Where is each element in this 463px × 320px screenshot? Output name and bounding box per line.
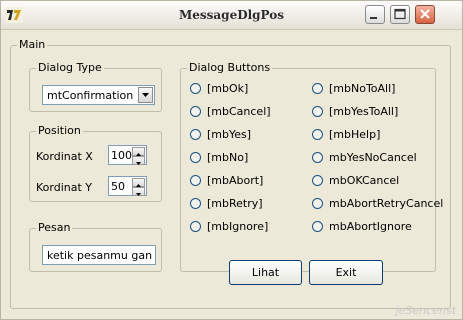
dialog-type-value: mtConfirmation: [47, 89, 134, 102]
exit-button[interactable]: Exit: [309, 260, 383, 285]
radio-circle[interactable]: [312, 175, 323, 186]
main-group-label: Main: [17, 38, 48, 52]
pesan-value: ketik pesanmu gan: [47, 249, 153, 262]
radio-circle[interactable]: [190, 198, 201, 209]
maximize-icon: [394, 8, 406, 20]
radio-circle[interactable]: [190, 106, 201, 117]
close-icon: [420, 9, 430, 19]
spin-down-button[interactable]: [132, 156, 145, 165]
radio-label: mbAbortIgnore: [329, 220, 412, 233]
kordinat-y-label: Kordinat Y: [36, 181, 93, 194]
close-button[interactable]: [415, 5, 435, 24]
radio-label: [mbHelp]: [329, 128, 381, 141]
radio-circle[interactable]: [190, 221, 201, 232]
watermark: jeSencenst: [395, 304, 456, 317]
position-label: Position: [36, 124, 83, 138]
pesan-input[interactable]: ketik pesanmu gan: [42, 245, 156, 265]
radio-label: mbOKCancel: [329, 174, 400, 187]
radio-label: mbAbortRetryCancel: [329, 197, 444, 210]
kordinat-x-value: 100: [111, 149, 132, 162]
dialog-type-label: Dialog Type: [36, 61, 104, 75]
dialog-type-select[interactable]: mtConfirmation: [42, 85, 155, 105]
radio-label: [mbAbort]: [207, 174, 264, 187]
radio-circle[interactable]: [312, 152, 323, 163]
radio-circle[interactable]: [312, 129, 323, 140]
radio-label: [mbIgnore]: [207, 220, 269, 233]
minimize-icon: [370, 17, 377, 19]
maximize-button[interactable]: [390, 5, 410, 24]
kordinat-y-spinner[interactable]: 50: [108, 176, 147, 196]
arrow-down-icon: [136, 162, 141, 165]
minimize-button[interactable]: [365, 5, 385, 24]
pesan-label: Pesan: [36, 221, 73, 235]
radio-label: mbYesNoCancel: [329, 151, 417, 164]
spin-down-button[interactable]: [132, 187, 145, 196]
dialog-buttons-group: Dialog Buttons: [180, 61, 436, 272]
message-dlg-pos-window: MessageDlgPos Main Dialog Type mtConfirm…: [0, 0, 463, 320]
spin-up-button[interactable]: [132, 147, 145, 156]
kordinat-x-label: Kordinat X: [36, 150, 93, 163]
radio-label: [mbCancel]: [207, 105, 271, 118]
radio-circle[interactable]: [190, 175, 201, 186]
client-area: Main Dialog Type mtConfirmation Position…: [1, 30, 462, 319]
kordinat-x-spinner[interactable]: 100: [108, 145, 147, 165]
radio-label: [mbYes]: [207, 128, 252, 141]
kordinat-y-value: 50: [111, 180, 125, 193]
spin-up-button[interactable]: [132, 178, 145, 187]
radio-label: [mbYesToAll]: [329, 105, 399, 118]
radio-circle[interactable]: [312, 83, 323, 94]
chevron-down-icon: [142, 93, 149, 97]
radio-label: [mbRetry]: [207, 197, 263, 210]
radio-circle[interactable]: [190, 129, 201, 140]
arrow-down-icon: [136, 193, 141, 196]
radio-circle[interactable]: [312, 106, 323, 117]
lihat-button[interactable]: Lihat: [229, 260, 302, 285]
radio-circle[interactable]: [312, 198, 323, 209]
title-bar[interactable]: MessageDlgPos: [1, 1, 462, 30]
radio-label: [mbNo]: [207, 151, 249, 164]
radio-label: [mbNoToAll]: [329, 82, 396, 95]
radio-circle[interactable]: [190, 152, 201, 163]
dropdown-button[interactable]: [138, 87, 153, 103]
radio-circle[interactable]: [312, 221, 323, 232]
dialog-buttons-label: Dialog Buttons: [187, 61, 273, 75]
radio-circle[interactable]: [190, 83, 201, 94]
radio-label: [mbOk]: [207, 82, 249, 95]
